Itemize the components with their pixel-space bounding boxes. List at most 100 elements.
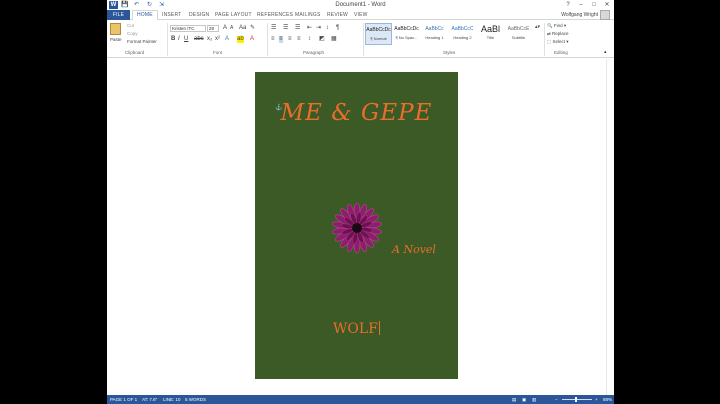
bullets-icon[interactable]: ☰ [271,25,276,32]
document-page[interactable]: ⚓ ME & GEPE A Novel WOLF [255,72,458,379]
format-painter-button[interactable]: Format Painter [127,39,157,45]
shading-icon[interactable]: ◩ [319,36,325,43]
cover-title[interactable]: ME & GEPE [255,100,458,126]
title-bar: W 💾 ↶ ↻ ⇲ Document1 - Word ? – □ ✕ [107,0,614,10]
font-color-icon[interactable]: A [250,36,254,43]
line-number: LINE: 10 [163,397,181,402]
shrink-font-icon[interactable]: A [230,25,233,32]
collapse-ribbon-icon[interactable]: ▴ [604,49,607,56]
numbering-icon[interactable]: ☰ [283,25,288,32]
line-spacing-icon[interactable]: ↕ [308,36,311,43]
find-button[interactable]: 🔍 Find ▾ [547,23,566,29]
style-sample: AaBbCcDc [394,26,419,32]
zoom-slider[interactable] [562,399,592,400]
close-button[interactable]: ✕ [601,0,613,10]
font-size-field[interactable]: 28 [207,25,219,32]
select-button[interactable]: ⬚ Select ▾ [547,39,569,45]
style-sample: AaBl [480,24,500,34]
tab-references[interactable]: REFERENCES [257,11,293,19]
select-label: Select [552,39,566,44]
editing-group-label: Editing [554,50,568,55]
superscript-icon[interactable]: x² [215,36,220,43]
borders-icon[interactable]: ▦ [331,36,337,43]
ribbon: Paste Cut Copy Format Painter Clipboard … [107,20,614,58]
style-heading-2[interactable]: AaBbCcC Heading 2 [449,23,476,45]
tab-review[interactable]: REVIEW [327,11,348,19]
style-name: Subtitle [511,35,526,40]
zoom-level[interactable]: 88% [603,395,612,404]
bold-icon[interactable]: B [171,36,175,43]
align-left-icon[interactable]: ≡ [271,36,275,43]
style-heading-1[interactable]: AaBbCc Heading 1 [421,23,448,45]
paragraph-group-label: Paragraph [303,50,325,55]
author-text: WOLF [333,321,378,337]
avatar[interactable] [600,10,610,20]
word-count[interactable]: 5 WORDS [185,395,206,404]
cover-subtitle[interactable]: A Novel [392,243,436,256]
subscript-icon[interactable]: x₂ [207,36,212,43]
window-title: Document1 - Word [335,2,386,8]
page-count[interactable]: PAGE 1 OF 1 [110,395,137,404]
italic-icon[interactable]: I [178,36,180,43]
show-marks-icon[interactable]: ¶ [336,25,339,32]
styles-scroll-icon[interactable]: ▴▾ [535,24,540,31]
zoom-out-icon[interactable]: – [555,395,558,404]
flower-image[interactable] [331,202,383,254]
style-sample: AaBbCcDc [366,27,391,33]
status-bar: PAGE 1 OF 1 AT: 7.6" LINE: 10 5 WORDS ▤ … [107,395,614,404]
style-normal[interactable]: AaBbCcDc ¶ Normal [365,23,392,45]
group-divider [167,23,168,56]
read-mode-icon[interactable]: ▤ [512,395,516,404]
help-button[interactable]: ? [562,0,574,10]
vertical-scrollbar[interactable] [606,59,614,395]
align-right-icon[interactable]: ≡ [288,36,292,43]
justify-icon[interactable]: ≡ [297,36,301,43]
multilevel-list-icon[interactable]: ☰ [295,25,300,32]
replace-button[interactable]: ⇄ Replace [547,31,569,37]
cover-author[interactable]: WOLF [255,321,458,337]
tab-file[interactable]: FILE [107,10,130,20]
tab-home[interactable]: HOME [132,10,158,20]
paste-button[interactable]: Paste [110,37,122,43]
strikethrough-icon[interactable]: abc [194,36,204,43]
print-layout-icon[interactable]: ▣ [522,395,526,404]
change-case-icon[interactable]: Aa [239,25,246,32]
style-name: Title [486,35,495,40]
tab-mailings[interactable]: MAILINGS [295,11,321,19]
align-center-icon[interactable]: ≡ [279,36,283,43]
user-name[interactable]: Wolfgang Wright [561,11,598,19]
zoom-slider-thumb[interactable] [575,397,577,402]
text-effects-icon[interactable]: A [225,36,229,43]
style-name: Heading 2 [453,35,472,40]
minimize-button[interactable]: – [575,0,587,10]
clear-formatting-icon[interactable]: ✎ [250,25,255,32]
style-no-spacing[interactable]: AaBbCcDc ¶ No Spac... [393,23,420,45]
highlight-icon[interactable]: ab [237,36,244,43]
style-name: ¶ Normal [370,36,387,41]
decrease-indent-icon[interactable]: ⇤ [307,25,312,32]
tab-design[interactable]: DESIGN [189,11,209,19]
document-area[interactable]: ⚓ ME & GEPE A Novel WOLF [107,59,614,395]
web-layout-icon[interactable]: ▥ [532,395,536,404]
style-name: Heading 1 [425,35,444,40]
grow-font-icon[interactable]: A [223,25,227,32]
copy-button[interactable]: Copy [127,31,138,37]
sort-icon[interactable]: ↕ [326,25,329,32]
zoom-in-icon[interactable]: + [595,395,598,404]
cut-button[interactable]: Cut [127,23,134,29]
style-subtitle[interactable]: AaBbCcE Subtitle [505,23,532,45]
tab-view[interactable]: VIEW [354,11,368,19]
cursor-position: AT: 7.6" [142,397,158,402]
group-divider [267,23,268,56]
style-title[interactable]: AaBl Title [477,23,504,45]
paste-icon[interactable] [110,23,121,35]
increase-indent-icon[interactable]: ⇥ [316,25,321,32]
tab-page-layout[interactable]: PAGE LAYOUT [215,11,252,19]
tab-insert[interactable]: INSERT [162,11,181,19]
styles-group-label: Styles [443,50,456,55]
font-name-field[interactable]: Kristen ITC [170,25,206,32]
group-divider [544,23,545,56]
ribbon-tabs: FILE HOME INSERT DESIGN PAGE LAYOUT REFE… [107,10,614,20]
maximize-button[interactable]: □ [588,0,600,10]
underline-icon[interactable]: U [184,36,188,43]
